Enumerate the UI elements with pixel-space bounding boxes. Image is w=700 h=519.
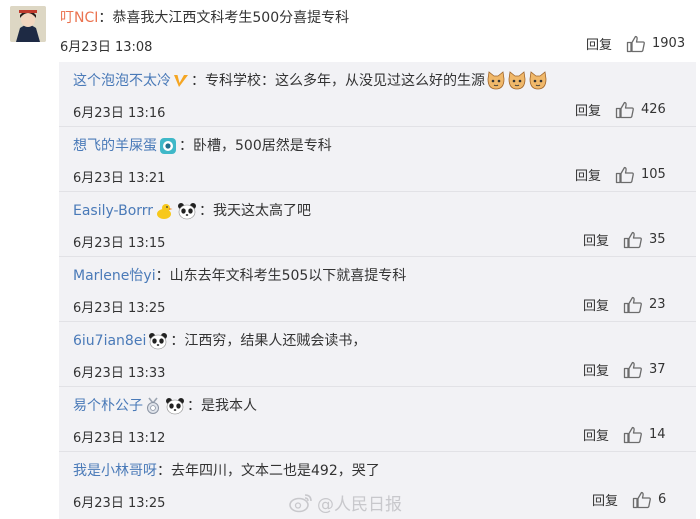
reply-timestamp: 6月23日 13:15 [73,236,166,251]
reply-username[interactable]: 6iu7ian8ei [73,331,146,351]
like-count: 23 [649,297,666,312]
reply-actions: 回复 37 [583,360,666,379]
reply-button[interactable]: 回复 [583,360,609,379]
reply-timestamp: 6月23日 13:16 [73,106,166,121]
reply-text: 我是小林哥呀 ：去年四川，文本二也是492，哭了 [73,461,380,481]
main-timestamp: 6月23日 13:08 [60,40,153,55]
reply-actions: 回复 426 [575,100,666,119]
reply-timestamp: 6月23日 13:25 [73,301,166,316]
reply-body: ：卧槽，500居然是专科 [179,138,332,154]
reply-username[interactable]: 想飞的羊屎蛋 [73,136,157,156]
main-username[interactable]: 叮NCI [60,10,98,26]
reply-timestamp: 6月23日 13:25 [73,496,166,511]
panda-emoji-icon [166,398,184,415]
thumbs-up-icon[interactable] [615,166,635,184]
reply-item: 这个泡泡不太冷 ：专科学校：这么多年，从没见过这么好的生源 6月23日 13:1… [59,62,696,127]
thumbs-up-icon[interactable] [623,296,643,314]
main-comment-text: 叮NCI：恭喜我大江西文科考生500分喜提专科 [60,8,349,28]
reply-button[interactable]: 回复 [583,425,609,444]
reply-username[interactable]: 这个泡泡不太冷 [73,71,171,91]
reply-body: ：山东去年文科考生505以下就喜提专科 [155,268,407,284]
reply-item: Marlene怡yi ：山东去年文科考生505以下就喜提专科 6月23日 13:… [59,257,696,322]
reply-username[interactable]: 我是小林哥呀 [73,461,157,481]
reply-actions: 回复 105 [575,165,666,184]
like-count: 426 [641,102,666,117]
like-count: 6 [658,492,667,507]
reply-button[interactable]: 回复 [583,295,609,314]
reply-username[interactable]: 易个朴公子 [73,396,143,416]
reply-timestamp: 6月23日 13:12 [73,431,166,446]
reply-body: ：江西穷，结果人还贼会读书， [170,333,367,349]
panda-emoji-icon [149,333,168,350]
medal-badge-icon [147,397,159,414]
reply-item: 6iu7ian8ei ：江西穷，结果人还贼会读书， 6月23日 13:33 回复… [59,322,696,387]
replies-container: 这个泡泡不太冷 ：专科学校：这么多年，从没见过这么好的生源 6月23日 13:1… [59,62,696,519]
duck-emoji-icon [157,204,173,219]
reply-username[interactable]: Easily-Borrr [73,201,153,221]
reply-actions: 回复 14 [583,425,666,444]
reply-button[interactable]: 回复 [583,230,609,249]
reply-timestamp: 6月23日 13:33 [73,366,166,381]
reply-text: 6iu7ian8ei ：江西穷，结果人还贼会读书， [73,331,366,351]
watermark: @人民日报 [289,490,402,515]
main-actions: 回复 1903 [586,34,685,53]
reply-item: 易个朴公子 ：是我本人 6月23日 13:12 回复 14 [59,387,696,452]
reply-text: 这个泡泡不太冷 ：专科学校：这么多年，从没见过这么好的生源 [73,71,548,91]
cat-emoji-icon [529,71,547,90]
main-comment-body: ：恭喜我大江西文科考生500分喜提专科 [98,10,350,26]
verified-v-icon [174,75,188,87]
reply-body: ：是我本人 [187,398,257,414]
like-count: 37 [649,362,666,377]
cat-emoji-icon [487,71,505,90]
reply-actions: 回复 6 [592,490,666,509]
reply-text: 易个朴公子 ：是我本人 [73,396,257,416]
panda-emoji-icon [178,203,197,220]
reply-text: 想飞的羊屎蛋 ：卧槽，500居然是专科 [73,136,332,156]
reply-button[interactable]: 回复 [586,34,612,53]
thumbs-up-icon[interactable] [626,35,646,53]
reply-text: Easily-Borrr ：我天这太高了吧 [73,201,311,221]
reply-text: Marlene怡yi ：山东去年文科考生505以下就喜提专科 [73,266,406,286]
thumbs-up-icon[interactable] [615,101,635,119]
reply-button[interactable]: 回复 [575,100,601,119]
cat-emoji-icon [508,71,526,90]
like-count: 35 [649,232,666,247]
reply-actions: 回复 35 [583,230,666,249]
like-count: 105 [641,167,666,182]
reply-timestamp: 6月23日 13:21 [73,171,166,186]
main-comment: 叮NCI：恭喜我大江西文科考生500分喜提专科 6月23日 13:08 回复 1… [0,0,700,62]
thumbs-up-icon[interactable] [623,361,643,379]
reply-body: ：去年四川，文本二也是492，哭了 [157,463,380,479]
thumbs-up-icon[interactable] [623,231,643,249]
thumbs-up-icon[interactable] [632,491,652,509]
weibo-logo-icon [289,493,312,512]
like-count: 14 [649,427,666,442]
reply-body: ：专科学校：这么多年，从没见过这么好的生源 [191,73,485,89]
reply-actions: 回复 23 [583,295,666,314]
reply-item: 想飞的羊屎蛋 ：卧槽，500居然是专科 6月23日 13:21 回复 105 [59,127,696,192]
like-count: 1903 [652,36,686,51]
reply-button[interactable]: 回复 [575,165,601,184]
watermark-text: @人民日报 [317,495,402,515]
reply-item: Easily-Borrr ：我天这太高了吧 6月23日 13:15 回复 35 [59,192,696,257]
eye-badge-icon [160,138,176,154]
reply-button[interactable]: 回复 [592,490,618,509]
thumbs-up-icon[interactable] [623,426,643,444]
reply-body: ：我天这太高了吧 [199,203,312,219]
avatar[interactable] [10,6,46,42]
reply-username[interactable]: Marlene怡yi [73,266,156,286]
